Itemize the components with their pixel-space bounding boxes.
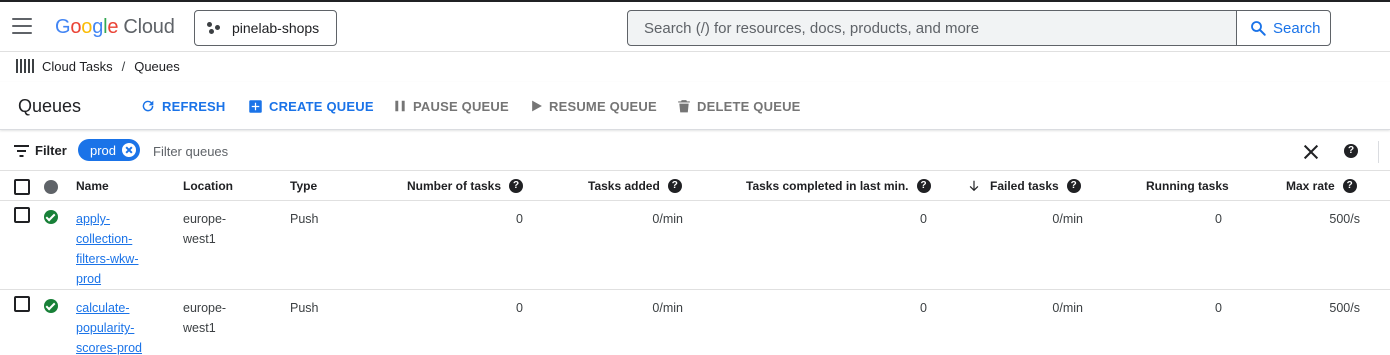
queue-max-rate: 500/s: [1329, 212, 1360, 226]
queue-running-tasks: 0: [1215, 301, 1222, 315]
table-row[interactable]: calculate-popularity-scores-prod europe-…: [0, 290, 1390, 355]
help-icon[interactable]: ?: [1342, 179, 1357, 193]
search-icon: [1251, 21, 1266, 36]
sort-descending-icon: [969, 180, 979, 192]
column-failed-tasks[interactable]: Failed tasks?: [967, 179, 1081, 193]
search-button-label: Search: [1273, 19, 1321, 37]
breadcrumb: Cloud Tasks / Queues: [16, 58, 180, 74]
clear-filter-icon[interactable]: [1303, 144, 1319, 160]
queue-running-tasks: 0: [1215, 212, 1222, 226]
add-box-icon: [249, 99, 262, 113]
queue-tasks-added: 0/min: [652, 301, 683, 315]
queue-number-of-tasks: 0: [516, 212, 523, 226]
row-checkbox[interactable]: [14, 207, 30, 223]
select-all-checkbox[interactable]: [14, 179, 30, 195]
google-cloud-logo[interactable]: Google Cloud: [55, 16, 175, 39]
column-tasks-added-label: Tasks added: [588, 179, 660, 193]
queue-name-link[interactable]: apply-collection-filters-wkw-prod: [76, 209, 148, 289]
trash-icon: [678, 100, 690, 113]
resume-queue-button[interactable]: RESUME QUEUE: [530, 97, 657, 115]
filter-queues-input[interactable]: [145, 138, 1245, 164]
column-max-rate-label: Max rate: [1286, 179, 1335, 193]
refresh-button[interactable]: REFRESH: [140, 97, 226, 115]
row-checkbox[interactable]: [14, 296, 30, 312]
chip-remove-icon[interactable]: [122, 143, 137, 157]
queue-failed-tasks: 0/min: [1052, 301, 1083, 315]
breadcrumb-separator: /: [121, 58, 126, 74]
column-number-of-tasks[interactable]: Number of tasks?: [407, 179, 524, 193]
filter-help-icon[interactable]: ?: [1344, 144, 1358, 158]
column-max-rate[interactable]: Max rate?: [1286, 179, 1357, 193]
breadcrumb-queues: Queues: [134, 58, 180, 74]
breadcrumb-cloud-tasks[interactable]: Cloud Tasks: [42, 59, 113, 74]
queue-type: Push: [290, 301, 319, 315]
filter-chip-label: prod: [90, 142, 117, 158]
help-icon[interactable]: ?: [667, 179, 682, 193]
refresh-icon: [142, 100, 154, 112]
refresh-label: REFRESH: [162, 98, 226, 114]
delete-queue-button[interactable]: DELETE QUEUE: [677, 97, 801, 115]
table-header: Name Location Type Number of tasks? Task…: [0, 172, 1390, 201]
action-toolbar: Queues REFRESH CREATE QUEUE PAUSE QUEUE …: [0, 82, 1390, 130]
column-running-tasks[interactable]: Running tasks: [1146, 179, 1229, 193]
help-icon[interactable]: ?: [1066, 179, 1081, 193]
cloud-tasks-icon: [16, 59, 34, 73]
project-icon: [207, 21, 221, 35]
create-queue-label: CREATE QUEUE: [269, 98, 374, 114]
pause-icon: [395, 100, 405, 112]
queue-failed-tasks: 0/min: [1052, 212, 1083, 226]
filter-button[interactable]: Filter: [14, 143, 67, 158]
filter-label: Filter: [35, 143, 67, 158]
column-location[interactable]: Location: [183, 179, 233, 193]
queue-location: europe-west1: [183, 301, 227, 335]
top-bar: Google Cloud pinelab-shops Search: [0, 4, 1390, 52]
page-title: Queues: [18, 96, 82, 116]
divider: [1378, 141, 1379, 163]
project-name: pinelab-shops: [232, 20, 320, 36]
column-type[interactable]: Type: [290, 179, 317, 193]
menu-icon-line: [12, 32, 32, 34]
filter-list-icon: [14, 144, 29, 157]
delete-queue-label: DELETE QUEUE: [697, 98, 801, 114]
queue-tasks-completed: 0: [920, 301, 927, 315]
resume-queue-label: RESUME QUEUE: [549, 98, 657, 114]
global-search: Search: [627, 10, 1331, 46]
main-menu-button[interactable]: [12, 18, 32, 34]
queue-location: europe-west1: [183, 212, 227, 246]
play-icon: [532, 100, 542, 112]
help-icon[interactable]: ?: [509, 179, 524, 193]
check-circle-icon: [44, 299, 58, 313]
filter-bar: Filter prod ?: [0, 133, 1390, 171]
project-picker-button[interactable]: pinelab-shops: [194, 10, 337, 46]
create-queue-button[interactable]: CREATE QUEUE: [248, 97, 374, 115]
search-button[interactable]: Search: [1236, 11, 1330, 45]
help-icon[interactable]: ?: [916, 179, 931, 193]
queue-max-rate: 500/s: [1329, 301, 1360, 315]
table-row[interactable]: apply-collection-filters-wkw-prod europe…: [0, 201, 1390, 290]
status-column-icon: [44, 180, 58, 194]
queue-name-link[interactable]: calculate-popularity-scores-prod: [76, 298, 148, 355]
pause-queue-label: PAUSE QUEUE: [413, 98, 509, 114]
column-failed-tasks-label: Failed tasks: [990, 179, 1059, 193]
menu-icon-line: [12, 25, 32, 27]
queues-table: Name Location Type Number of tasks? Task…: [0, 172, 1390, 355]
check-circle-icon: [44, 210, 58, 224]
column-number-of-tasks-label: Number of tasks: [407, 179, 502, 193]
column-name[interactable]: Name: [76, 179, 109, 193]
menu-icon-line: [12, 18, 32, 20]
queue-number-of-tasks: 0: [516, 301, 523, 315]
filter-chip-prod[interactable]: prod: [78, 139, 141, 161]
queue-tasks-added: 0/min: [652, 212, 683, 226]
column-tasks-completed[interactable]: Tasks completed in last min.?: [746, 179, 931, 193]
column-tasks-completed-label: Tasks completed in last min.: [746, 179, 909, 193]
column-tasks-added[interactable]: Tasks added?: [588, 179, 682, 193]
search-input[interactable]: [628, 11, 1238, 45]
queue-type: Push: [290, 212, 319, 226]
queue-tasks-completed: 0: [920, 212, 927, 226]
pause-queue-button[interactable]: PAUSE QUEUE: [393, 97, 509, 115]
